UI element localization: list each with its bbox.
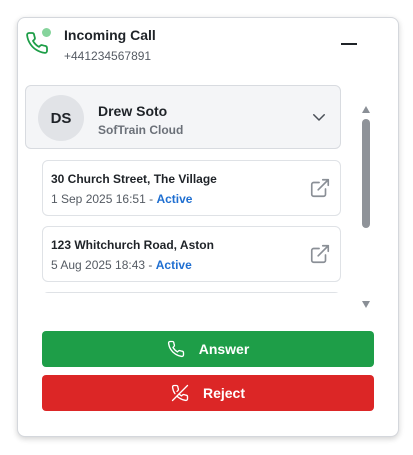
contact-card[interactable]: DS Drew Soto SofTrain Cloud (25, 85, 341, 149)
reject-label: Reject (202, 385, 246, 401)
caller-details-list[interactable]: DS Drew Soto SofTrain Cloud 30 Church St… (25, 85, 359, 293)
phone-icon (167, 340, 184, 358)
phone-off-icon (171, 384, 189, 402)
minimize-icon[interactable] (339, 33, 361, 55)
contact-company: SofTrain Cloud (98, 123, 184, 137)
contact-name: Drew Soto (98, 103, 168, 119)
scrollbar[interactable] (361, 106, 371, 308)
status-badge: Active (155, 258, 192, 272)
session-separator: - (145, 192, 157, 206)
chevron-down-icon[interactable] (310, 108, 328, 126)
avatar: DS (38, 95, 84, 141)
call-title: Incoming Call (64, 27, 156, 43)
session-meta: 5 Aug 2025 18:43 - Active (51, 258, 192, 272)
call-live-indicator (42, 28, 51, 37)
list-item[interactable]: 30 Church Street, The Village 1 Sep 2025… (42, 160, 341, 216)
answer-button[interactable]: Answer (42, 331, 374, 367)
session-separator: - (145, 258, 156, 272)
session-meta: 1 Sep 2025 16:51 - Active (51, 192, 192, 206)
scrollbar-thumb[interactable] (362, 119, 370, 228)
scroll-down-arrow-icon[interactable] (362, 301, 370, 308)
session-datetime: 1 Sep 2025 16:51 (51, 192, 146, 206)
reject-button[interactable]: Reject (42, 375, 374, 411)
answer-label: Answer (198, 341, 250, 357)
session-datetime: 5 Aug 2025 18:43 (51, 258, 146, 272)
scroll-up-arrow-icon[interactable] (362, 106, 370, 113)
list-item[interactable]: 123 Whitchurch Road, Aston 5 Aug 2025 18… (42, 226, 341, 282)
caller-number: +441234567891 (64, 49, 152, 63)
call-header: Incoming Call +441234567891 (25, 25, 365, 69)
external-link-icon[interactable] (309, 177, 331, 199)
external-link-icon[interactable] (309, 243, 331, 265)
list-item[interactable] (42, 292, 341, 293)
session-address: 30 Church Street, The Village (51, 172, 217, 186)
status-badge: Active (156, 192, 193, 206)
session-address: 123 Whitchurch Road, Aston (51, 238, 214, 252)
